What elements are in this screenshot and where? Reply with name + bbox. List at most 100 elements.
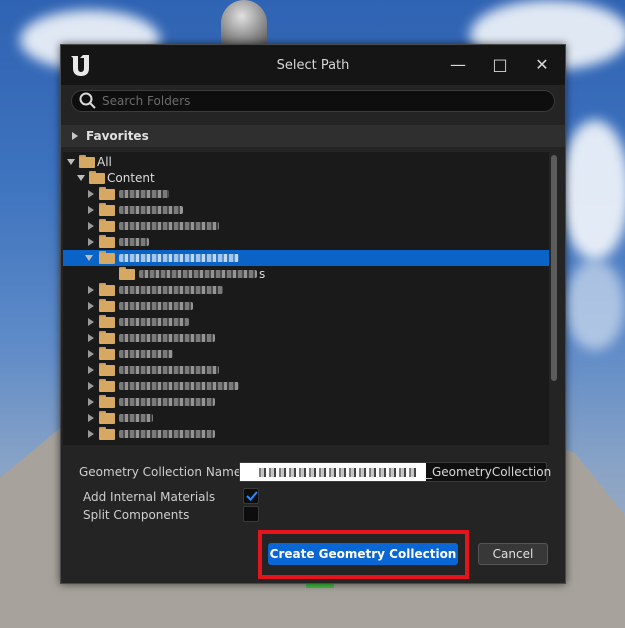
chevron-right-icon[interactable] [88,382,94,390]
redacted-folder-name [119,238,149,246]
redacted-folder-name [119,398,215,406]
cloud [565,260,625,350]
folder-icon [99,235,115,248]
folder-icon [99,363,115,376]
redacted-folder-name [119,414,153,422]
tree-item[interactable] [63,378,549,394]
tree-scrollbar[interactable] [551,155,557,381]
favorites-header[interactable]: Favorites [61,125,565,147]
chevron-right-icon[interactable] [88,206,94,214]
chevron-down-icon[interactable] [85,255,93,261]
folder-tree[interactable]: All Content s [63,152,549,445]
folder-icon [99,283,115,296]
annotation-highlight-box [258,530,469,579]
add-internal-materials-checkbox[interactable] [243,488,259,504]
tree-item[interactable] [63,218,549,234]
tree-item[interactable] [63,282,549,298]
tree-item[interactable] [63,202,549,218]
chevron-right-icon[interactable] [72,132,78,140]
chevron-right-icon[interactable] [88,190,94,198]
redacted-folder-name [119,318,189,326]
redacted-folder-name [119,206,183,214]
name-field-suffix: _GeometryCollection [426,465,552,479]
folder-icon [119,267,135,280]
chevron-right-icon[interactable] [88,334,94,342]
name-field-redacted-text [256,468,416,477]
title-bar[interactable]: Select Path — □ ✕ [61,45,565,85]
folder-open-icon [79,155,95,168]
tree-item[interactable] [63,330,549,346]
chevron-right-icon[interactable] [88,398,94,406]
cloud [560,120,625,260]
tree-item[interactable] [63,314,549,330]
split-components-checkbox[interactable] [243,506,259,522]
folder-icon [99,427,115,440]
tree-item-content[interactable]: Content [63,170,549,186]
folder-icon [99,315,115,328]
tree-item[interactable] [63,362,549,378]
add-internal-materials-label: Add Internal Materials [83,490,216,504]
tree-item[interactable] [63,298,549,314]
chevron-right-icon[interactable] [88,366,94,374]
folder-icon [99,347,115,360]
select-path-dialog: Select Path — □ ✕ Search Folders Favorit… [60,44,566,584]
folder-icon [99,251,115,264]
folder-icon [99,331,115,344]
tree-item[interactable] [63,410,549,426]
redacted-folder-name [119,334,215,342]
dome-object [221,0,267,46]
tree-item-selected[interactable] [63,250,549,266]
redacted-folder-name [119,430,215,438]
tree-item[interactable] [63,346,549,362]
folder-icon [99,395,115,408]
chevron-right-icon[interactable] [88,286,94,294]
tree-item[interactable] [63,234,549,250]
unreal-logo-icon [71,55,89,76]
chevron-right-icon[interactable] [88,302,94,310]
folder-icon [99,187,115,200]
tree-item-all[interactable]: All [63,154,549,170]
cancel-button[interactable]: Cancel [478,543,548,565]
tree-item[interactable]: s [63,266,549,282]
tree-item-label: s [259,267,266,281]
geometry-collection-name-label: Geometry Collection Name [79,465,242,479]
redacted-folder-name [119,254,239,262]
chevron-right-icon[interactable] [88,318,94,326]
redacted-folder-name [119,350,173,358]
redacted-folder-name [119,302,193,310]
chevron-right-icon[interactable] [88,238,94,246]
redacted-folder-name [119,286,223,294]
chevron-down-icon[interactable] [77,175,85,181]
favorites-label: Favorites [86,129,149,143]
chevron-right-icon[interactable] [88,350,94,358]
redacted-folder-name [119,366,219,374]
tree-item[interactable] [63,426,549,442]
folder-icon [99,299,115,312]
tree-item[interactable] [63,394,549,410]
folder-icon [99,411,115,424]
folder-icon [99,379,115,392]
tree-item[interactable] [63,186,549,202]
redacted-folder-name [119,222,219,230]
folder-icon [99,203,115,216]
chevron-right-icon[interactable] [88,222,94,230]
tree-item-label: All [97,155,112,169]
search-input[interactable]: Search Folders [71,90,555,112]
search-icon [79,92,96,109]
chevron-right-icon[interactable] [88,414,94,422]
search-placeholder: Search Folders [102,94,191,108]
redacted-folder-name [139,270,257,278]
folder-icon [99,219,115,232]
folder-open-icon [89,171,105,184]
chevron-down-icon[interactable] [67,159,75,165]
split-components-label: Split Components [83,508,190,522]
geometry-collection-name-field[interactable]: _GeometryCollection [239,462,551,482]
redacted-folder-name [119,382,239,390]
close-icon[interactable]: ✕ [531,55,553,75]
tree-item-label: Content [107,171,155,185]
chevron-right-icon[interactable] [88,430,94,438]
redacted-folder-name [119,190,169,198]
minimize-icon[interactable]: — [447,55,469,75]
maximize-icon[interactable]: □ [489,55,511,75]
checkmark-icon [246,491,258,501]
